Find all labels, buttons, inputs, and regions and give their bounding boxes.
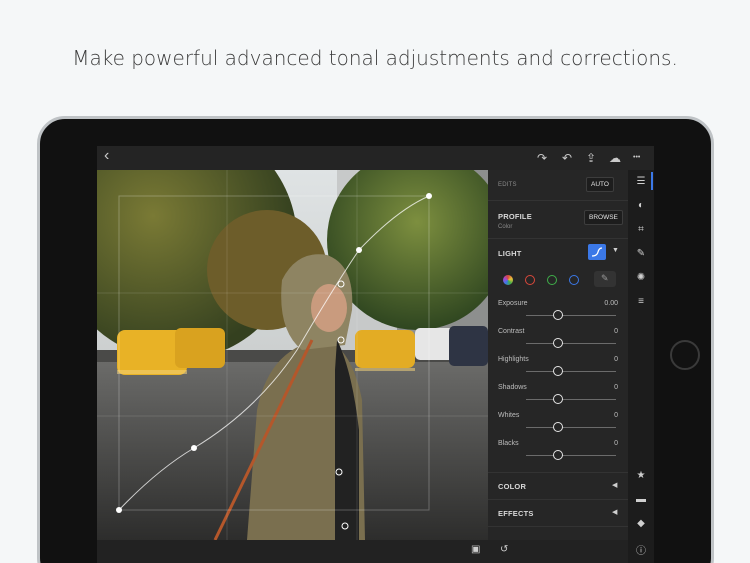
photo-image <box>97 170 488 540</box>
blacks-value: 0 <box>614 440 618 447</box>
channel-all-icon[interactable] <box>503 275 513 285</box>
color-expand-icon: ◀ <box>612 482 618 489</box>
top-toolbar: ‹ ↷ ↶ ⇪ ☁ ••• <box>97 146 654 170</box>
exposure-label: Exposure <box>498 300 528 307</box>
color-icon[interactable]: ◐ <box>628 200 654 211</box>
channel-green-icon[interactable] <box>547 275 557 285</box>
shadows-label: Shadows <box>498 384 527 391</box>
exposure-slider-knob[interactable] <box>553 310 563 320</box>
shadows-value: 0 <box>614 384 618 391</box>
ipad-home-button <box>670 340 700 370</box>
undo-icon[interactable]: ↶ <box>562 150 572 166</box>
highlights-label: Highlights <box>498 356 529 363</box>
blacks-slider-knob[interactable] <box>553 450 563 460</box>
contrast-slider-knob[interactable] <box>553 338 563 348</box>
app-screen: ‹ ↷ ↶ ⇪ ☁ ••• EDITS AUTO PROFILE Color B… <box>97 146 654 563</box>
highlights-slider-knob[interactable] <box>553 366 563 376</box>
cloud-sync-icon[interactable]: ☁ <box>609 150 621 166</box>
redo-icon[interactable]: ↷ <box>537 150 547 166</box>
blacks-slider-track[interactable] <box>526 455 616 456</box>
photo-canvas[interactable] <box>97 170 488 540</box>
bottom-toolbar: ▣ ↺ <box>97 540 628 563</box>
tag-icon[interactable]: ◆ <box>628 518 654 529</box>
compare-icon[interactable]: ▣ <box>471 544 480 555</box>
curve-toggle-button[interactable] <box>588 244 606 260</box>
contrast-slider-track[interactable] <box>526 343 616 344</box>
profile-value: Color <box>498 224 513 230</box>
reset-icon[interactable]: ↺ <box>500 544 508 555</box>
shadows-slider-knob[interactable] <box>553 394 563 404</box>
page-headline: Make powerful advanced tonal adjustments… <box>72 46 678 70</box>
info-icon[interactable]: ⓘ <box>628 542 654 557</box>
whites-slider-track[interactable] <box>526 427 616 428</box>
crop-icon[interactable]: ⌗ <box>628 224 654 235</box>
back-icon[interactable]: ‹ <box>104 148 109 164</box>
whites-label: Whites <box>498 412 520 419</box>
whites-slider-knob[interactable] <box>553 422 563 432</box>
whites-value: 0 <box>614 412 618 419</box>
channel-blue-icon[interactable] <box>569 275 579 285</box>
comment-icon[interactable]: ▬ <box>628 494 654 505</box>
profile-label: PROFILE <box>498 212 532 221</box>
light-section-label: LIGHT <box>498 249 522 258</box>
star-icon[interactable]: ★ <box>628 470 654 481</box>
shadows-slider-track[interactable] <box>526 399 616 400</box>
more-icon[interactable]: ••• <box>633 150 640 166</box>
brush-tool-icon: ✎ <box>601 273 609 283</box>
effects-section-label: EFFECTS <box>498 509 534 518</box>
contrast-value: 0 <box>614 328 618 335</box>
panel-divider <box>488 200 628 201</box>
highlights-slider-track[interactable] <box>526 371 616 372</box>
exposure-value: 0.00 <box>604 300 618 307</box>
tool-rail: ☰ ◐ ⌗ ✎ ✺ ≡ ★ ▬ ◆ ⓘ <box>628 170 654 563</box>
panel-divider <box>488 526 628 527</box>
curve-icon <box>591 247 603 257</box>
highlights-value: 0 <box>614 356 618 363</box>
edit-panel: EDITS AUTO PROFILE Color BROWSE LIGHT ▼ … <box>488 170 628 540</box>
color-section-header[interactable]: COLOR ◀ <box>488 473 628 499</box>
channel-red-icon[interactable] <box>525 275 535 285</box>
share-icon[interactable]: ⇪ <box>586 150 596 166</box>
browse-button[interactable]: BROWSE <box>584 210 623 225</box>
auto-button[interactable]: AUTO <box>586 177 614 192</box>
presets-icon[interactable]: ≡ <box>628 296 654 307</box>
panel-divider <box>488 238 628 239</box>
effects-section-header[interactable]: EFFECTS ◀ <box>488 500 628 526</box>
edits-label: EDITS <box>498 182 517 188</box>
effects-expand-icon: ◀ <box>612 509 618 516</box>
exposure-slider-track[interactable] <box>526 315 616 316</box>
contrast-label: Contrast <box>498 328 525 335</box>
target-adjust-button[interactable]: ✎ <box>594 271 616 287</box>
color-section-label: COLOR <box>498 482 527 491</box>
brush-icon[interactable]: ✎ <box>628 248 654 259</box>
blacks-label: Blacks <box>498 440 519 447</box>
detail-icon[interactable]: ✺ <box>628 272 654 283</box>
sliders-icon[interactable]: ☰ <box>628 176 654 187</box>
light-expand-icon[interactable]: ▼ <box>612 247 619 254</box>
